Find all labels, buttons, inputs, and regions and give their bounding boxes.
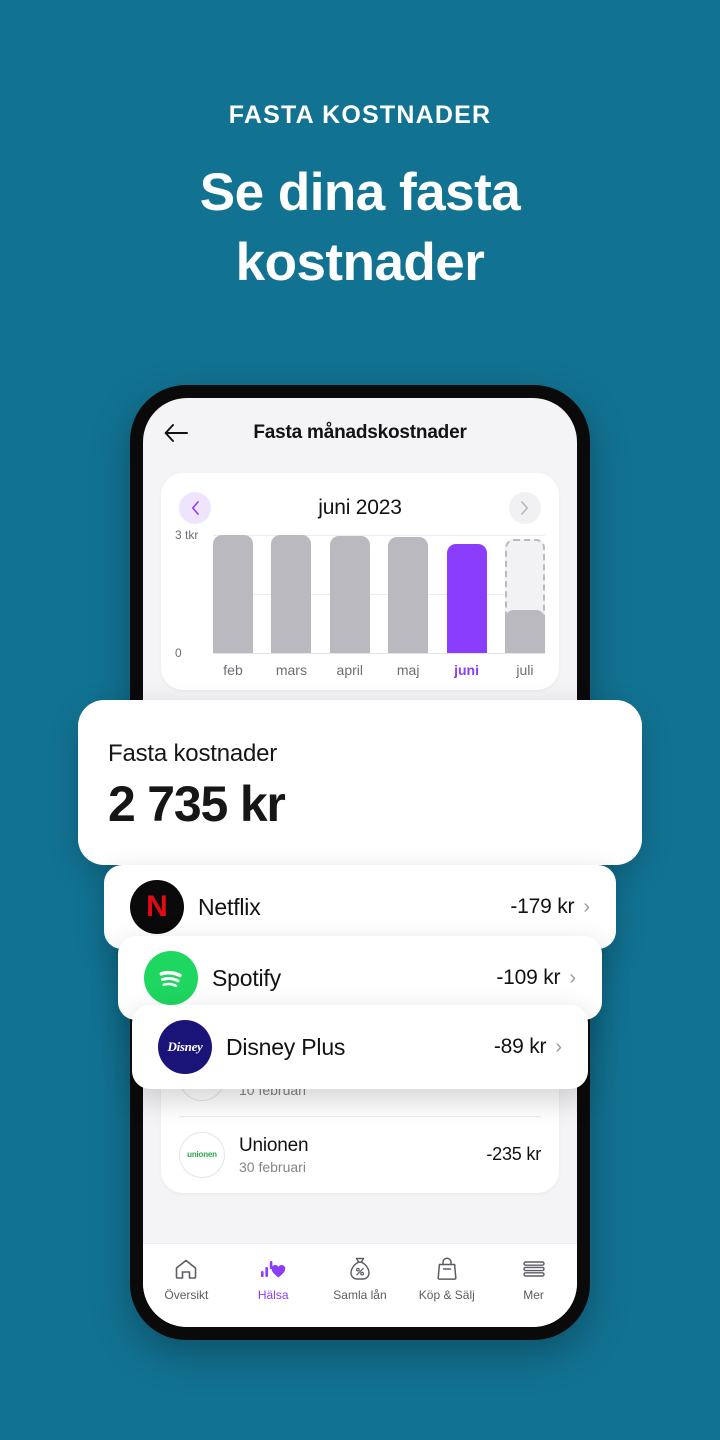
overlay-item-title: Disney Plus [226,1033,346,1060]
x-label-mars: mars [275,662,307,678]
overlay-item-text: Netflix [184,894,510,921]
promo-title: Se dina fasta kostnader [199,163,521,293]
overlay-item-text: Disney Plus [212,1034,494,1061]
overlay-item-text: Spotify [198,965,496,992]
app-bar: Fasta månadskostnader [143,398,577,468]
nav-label: Köp & Sälj [418,1288,475,1302]
y-axis-label-top: 3 tkr [175,528,199,542]
bar-column[interactable] [446,535,487,653]
netflix-logo: N [130,880,184,934]
bottom-navigation: Översikt Hälsa Samla lån Köp & Sälj Mer [143,1243,577,1327]
bar-column[interactable] [213,535,253,653]
promo-header: FASTA KOSTNADER Se dina fasta kostnader [0,0,720,299]
list-item-date: 30 februari [239,1158,306,1175]
summary-amount: 2 735 kr [108,776,286,832]
bar-juli-fill [504,610,545,653]
nav-item-halsa[interactable]: Hälsa [230,1256,317,1302]
chevron-right-icon[interactable] [508,492,541,524]
overlay-item-amount: -89 kr [493,1035,547,1058]
chevron-right-icon[interactable]: › [555,1037,562,1057]
shopping-bag-icon [436,1256,458,1282]
bar-group [213,535,545,653]
netflix-logo-glyph: N [146,890,168,923]
x-label-juli: juli [516,662,534,678]
nav-label: Mer [523,1288,544,1302]
list-item-title: Unionen [239,1134,309,1156]
y-axis-label-bottom: 0 [175,646,182,660]
overlay-item-title: Spotify [212,964,281,991]
bar-column[interactable] [388,535,429,653]
nav-item-samla-lan[interactable]: Samla lån [317,1256,404,1302]
nav-item-kop-salj[interactable]: Köp & Sälj [403,1256,490,1302]
x-label-maj: maj [396,662,420,678]
spotify-logo [144,951,198,1005]
overlay-item-amount: -179 kr [510,895,575,918]
unionen-logo-glyph: unionen [187,1150,217,1159]
nav-label: Samla lån [333,1288,387,1302]
bar-column[interactable] [271,535,312,653]
bar-column[interactable] [329,535,370,653]
bar-chart: 3 tkr 0 [175,528,545,660]
health-chart-heart-icon [260,1256,286,1282]
money-bag-percent-icon [349,1256,371,1282]
bar-juni[interactable] [446,544,487,653]
x-label-feb: feb [223,662,243,678]
x-label-april: april [336,662,364,678]
overlay-item-disney[interactable]: Disney Disney Plus -89 kr › [132,1005,588,1089]
list-item-unionen[interactable]: unionen Unionen 30 februari -235 kr [161,1116,559,1193]
chevron-left-icon[interactable] [179,492,211,524]
nav-label: Hälsa [257,1288,289,1302]
hamburger-menu-icon [522,1256,546,1282]
summary-overlay-card: Fasta kostnader 2 735 kr [78,700,642,865]
page-title: Fasta månadskostnader [253,422,467,443]
bar-feb[interactable] [213,535,253,653]
summary-label: Fasta kostnader [108,740,278,767]
nav-item-mer[interactable]: Mer [490,1256,577,1302]
list-item-amount: -235 kr [486,1144,541,1164]
arrow-left-icon[interactable] [159,416,193,450]
disney-logo: Disney [158,1020,212,1074]
x-axis-labels: feb mars april maj juni juli [175,662,545,678]
gridline-baseline [213,653,545,654]
unionen-logo: unionen [179,1131,225,1178]
home-icon [174,1256,198,1282]
overlay-item-amount: -109 kr [496,966,561,989]
chevron-right-icon[interactable]: › [569,968,576,988]
x-label-juni: juni [454,662,479,678]
list-item-text: Unionen 30 februari [225,1135,486,1175]
promo-eyebrow: FASTA KOSTNADER [228,101,492,129]
bar-column[interactable] [504,535,545,653]
chevron-right-icon[interactable]: › [583,897,590,917]
bar-juli-projected[interactable] [504,538,545,653]
bar-maj[interactable] [388,537,429,653]
bar-april[interactable] [329,536,370,653]
disney-logo-glyph: Disney [167,1039,203,1054]
bar-mars[interactable] [271,535,312,653]
chart-card: juni 2023 3 tkr 0 feb mars april maj jun… [161,473,559,690]
nav-label: Översikt [164,1288,209,1302]
nav-item-oversikt[interactable]: Översikt [143,1256,230,1302]
month-label: juni 2023 [318,496,402,519]
month-selector: juni 2023 [175,487,545,529]
overlay-item-title: Netflix [198,893,261,920]
